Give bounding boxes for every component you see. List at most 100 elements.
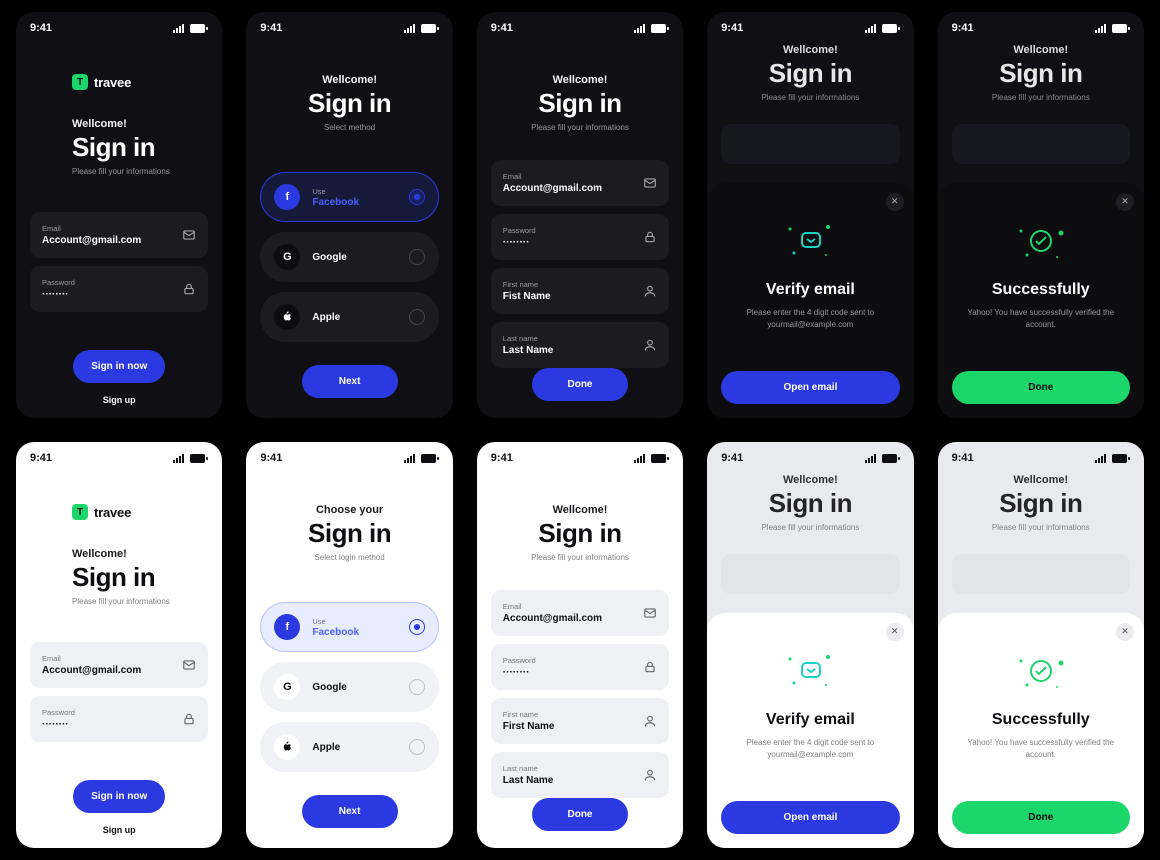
screen-dark-verify: 9:41 Wellcome! Sign in Please fill your … bbox=[707, 12, 913, 418]
screen-light-providers: 9:41 Choose your Sign in Select login me… bbox=[246, 442, 452, 848]
signal-icon bbox=[865, 454, 879, 463]
subtitle: Select method bbox=[260, 123, 438, 132]
success-modal: ✕ Successfully Yahoo! You have successfu… bbox=[938, 613, 1144, 848]
password-field[interactable]: Password········ bbox=[30, 696, 208, 742]
provider-google[interactable]: G Google bbox=[260, 232, 438, 282]
email-icon bbox=[182, 658, 196, 672]
open-email-button[interactable]: Open email bbox=[721, 801, 899, 834]
battery-icon bbox=[882, 454, 900, 463]
modal-title: Verify email bbox=[766, 281, 855, 299]
statusbar: 9:41 bbox=[707, 442, 913, 464]
firstname-field[interactable]: First nameFirst Name bbox=[491, 698, 669, 744]
signin-button[interactable]: Sign in now bbox=[73, 350, 165, 383]
success-modal: ✕ Successfully Yahoo! You have successfu… bbox=[938, 183, 1144, 418]
statusbar: 9:41 bbox=[938, 442, 1144, 464]
close-icon[interactable]: ✕ bbox=[1116, 193, 1134, 211]
radio-unselected bbox=[409, 309, 425, 325]
success-illustration bbox=[1011, 217, 1071, 265]
close-icon[interactable]: ✕ bbox=[1116, 623, 1134, 641]
next-button[interactable]: Next bbox=[302, 795, 398, 828]
provider-apple[interactable]: Apple bbox=[260, 722, 438, 772]
open-email-button[interactable]: Open email bbox=[721, 371, 899, 404]
provider-name: Google bbox=[312, 252, 346, 263]
modal-subtitle: Yahoo! You have successfully verified th… bbox=[966, 307, 1116, 331]
statusbar: 9:41 bbox=[477, 12, 683, 34]
provider-facebook[interactable]: f Use Facebook bbox=[260, 172, 438, 222]
verify-modal: ✕ Verify email Please enter the 4 digit … bbox=[707, 183, 913, 418]
radio-selected bbox=[409, 619, 425, 635]
done-button[interactable]: Done bbox=[952, 371, 1130, 404]
battery-icon bbox=[1112, 454, 1130, 463]
done-button[interactable]: Done bbox=[532, 798, 628, 831]
provider-facebook[interactable]: f Use Facebook bbox=[260, 602, 438, 652]
battery-icon bbox=[651, 454, 669, 463]
brand-logo: T travee bbox=[72, 74, 208, 90]
screen-dark-details: 9:41 Wellcome! Sign in Please fill your … bbox=[477, 12, 683, 418]
signal-icon bbox=[404, 24, 418, 33]
lastname-field[interactable]: Last nameLast Name bbox=[491, 752, 669, 798]
statusbar: 9:41 bbox=[16, 12, 222, 34]
signal-icon bbox=[634, 454, 648, 463]
brand-name: travee bbox=[94, 75, 131, 90]
battery-icon bbox=[882, 24, 900, 33]
screen-dark-providers: 9:41 Wellcome! Sign in Select method f U… bbox=[246, 12, 452, 418]
status-time: 9:41 bbox=[721, 22, 743, 34]
provider-use-label: Use bbox=[312, 187, 359, 196]
apple-icon bbox=[274, 304, 300, 330]
screen-light-details: 9:41 Wellcome! Sign in Please fill your … bbox=[477, 442, 683, 848]
signal-icon bbox=[173, 454, 187, 463]
status-time: 9:41 bbox=[30, 22, 52, 34]
email-icon bbox=[182, 228, 196, 242]
close-icon[interactable]: ✕ bbox=[886, 623, 904, 641]
email-icon bbox=[643, 606, 657, 620]
password-field[interactable]: Password········ bbox=[491, 644, 669, 690]
status-time: 9:41 bbox=[260, 22, 282, 34]
done-button[interactable]: Done bbox=[952, 801, 1130, 834]
lock-icon bbox=[182, 712, 196, 726]
modal-title: Successfully bbox=[992, 711, 1090, 729]
battery-icon bbox=[1112, 24, 1130, 33]
email-field[interactable]: EmailAccount@gmail.com bbox=[491, 160, 669, 206]
page-title: Sign in bbox=[260, 88, 438, 119]
status-time: 9:41 bbox=[721, 452, 743, 464]
radio-unselected bbox=[409, 739, 425, 755]
brand-logo: T travee bbox=[72, 504, 208, 520]
screen-dark-success: 9:41 Wellcome! Sign in Please fill your … bbox=[938, 12, 1144, 418]
password-field[interactable]: Password ········ bbox=[30, 266, 208, 312]
signal-icon bbox=[1095, 454, 1109, 463]
status-time: 9:41 bbox=[491, 452, 513, 464]
google-icon: G bbox=[274, 674, 300, 700]
status-time: 9:41 bbox=[30, 452, 52, 464]
modal-subtitle: Please enter the 4 digit code sent to yo… bbox=[735, 307, 885, 331]
firstname-field[interactable]: First nameFist Name bbox=[491, 268, 669, 314]
screen-light-verify: 9:41 Wellcome! Sign in Please fill your … bbox=[707, 442, 913, 848]
email-value: Account@gmail.com bbox=[42, 235, 141, 246]
signal-icon bbox=[404, 454, 418, 463]
statusbar: 9:41 bbox=[938, 12, 1144, 34]
done-button[interactable]: Done bbox=[532, 368, 628, 401]
email-label: Email bbox=[42, 224, 141, 233]
signup-link[interactable]: Sign up bbox=[30, 395, 208, 405]
statusbar: 9:41 bbox=[16, 442, 222, 464]
provider-apple[interactable]: Apple bbox=[260, 292, 438, 342]
status-time: 9:41 bbox=[491, 22, 513, 34]
screen-dark-signin: 9:41 T travee Wellcome! Sign in Please f… bbox=[16, 12, 222, 418]
email-field[interactable]: Email Account@gmail.com bbox=[30, 212, 208, 258]
provider-google[interactable]: G Google bbox=[260, 662, 438, 712]
password-field[interactable]: Password········ bbox=[491, 214, 669, 260]
modal-subtitle: Please enter the 4 digit code sent to yo… bbox=[735, 737, 885, 761]
lastname-field[interactable]: Last nameLast Name bbox=[491, 322, 669, 368]
greeting: Wellcome! bbox=[491, 74, 669, 86]
signin-button[interactable]: Sign in now bbox=[73, 780, 165, 813]
status-time: 9:41 bbox=[952, 22, 974, 34]
subtitle: Please fill your informations bbox=[72, 167, 208, 176]
signal-icon bbox=[634, 24, 648, 33]
email-field[interactable]: EmailAccount@gmail.com bbox=[30, 642, 208, 688]
status-time: 9:41 bbox=[952, 452, 974, 464]
verify-illustration bbox=[780, 647, 840, 695]
next-button[interactable]: Next bbox=[302, 365, 398, 398]
battery-icon bbox=[421, 454, 439, 463]
signup-link[interactable]: Sign up bbox=[30, 825, 208, 835]
email-field[interactable]: EmailAccount@gmail.com bbox=[491, 590, 669, 636]
close-icon[interactable]: ✕ bbox=[886, 193, 904, 211]
